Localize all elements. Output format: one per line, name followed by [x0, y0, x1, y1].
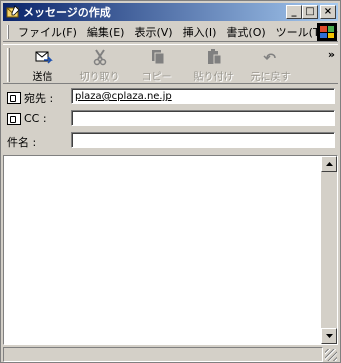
menu-edit[interactable]: 編集(E): [82, 24, 130, 40]
menu-insert[interactable]: 挿入(I): [178, 24, 222, 40]
address-book-icon: [7, 112, 21, 125]
to-input[interactable]: plaza@cplaza.ne.jp: [71, 88, 335, 104]
undo-button[interactable]: 元に戻す: [242, 45, 299, 83]
subject-label-wrap: 件名 :: [7, 134, 36, 150]
to-row: 宛先 : plaza@cplaza.ne.jp: [3, 87, 338, 107]
toolbar-grip[interactable]: [7, 48, 10, 82]
menu-format[interactable]: 書式(O): [221, 24, 270, 40]
undo-label: 元に戻す: [250, 72, 291, 83]
message-body-editor[interactable]: [3, 155, 338, 345]
to-label: 宛先 :: [24, 92, 54, 105]
subject-input[interactable]: [71, 132, 335, 148]
scroll-down-button[interactable]: [321, 328, 337, 344]
send-button[interactable]: 送信: [14, 45, 71, 83]
resize-grip-icon[interactable]: [325, 349, 337, 361]
address-book-icon: [7, 92, 21, 104]
status-panel: [3, 347, 323, 362]
scroll-up-button[interactable]: [321, 156, 337, 172]
copy-button[interactable]: コピー: [128, 45, 185, 83]
close-button[interactable]: ×: [320, 5, 336, 19]
copy-icon: [147, 48, 167, 66]
cc-label-button[interactable]: CC :: [7, 112, 47, 125]
scroll-down-arrow-icon: [325, 334, 333, 338]
status-bar: [3, 347, 338, 362]
scissors-icon: [90, 48, 110, 66]
undo-icon: [261, 48, 281, 66]
subject-row: 件名 :: [3, 131, 338, 151]
minimize-button[interactable]: _: [286, 5, 302, 19]
message-compose-window: メッセージの作成 _ □ × ファイル(F) 編集(E) 表示(V) 挿入(I)…: [0, 0, 341, 363]
vertical-scrollbar[interactable]: [321, 156, 337, 344]
cc-input[interactable]: [71, 110, 335, 126]
send-label: 送信: [32, 72, 53, 83]
cc-label: CC :: [24, 112, 47, 125]
subject-label: 件名 :: [7, 136, 37, 149]
title-bar[interactable]: メッセージの作成 _ □ ×: [3, 3, 338, 21]
paste-button[interactable]: 貼り付け: [185, 45, 242, 83]
cc-row: CC :: [3, 109, 338, 129]
paste-icon: [204, 48, 224, 66]
menu-view[interactable]: 表示(V): [129, 24, 177, 40]
maximize-button[interactable]: □: [302, 5, 318, 19]
send-icon: [33, 48, 53, 66]
window-title: メッセージの作成: [23, 6, 111, 19]
compose-app-icon: [6, 5, 20, 19]
menu-file[interactable]: ファイル(F): [13, 24, 82, 40]
cut-label: 切り取り: [79, 72, 120, 83]
copy-label: コピー: [141, 72, 172, 83]
menubar-grip[interactable]: [7, 24, 9, 39]
cut-button[interactable]: 切り取り: [71, 45, 128, 83]
toolbar: 送信 切り取り コピー 貼り付け 元に戻す »: [3, 44, 338, 84]
message-body-text[interactable]: [7, 159, 319, 341]
paste-label: 貼り付け: [193, 72, 234, 83]
message-header-fields: 宛先 : plaza@cplaza.ne.jp CC : 件名 :: [3, 87, 338, 153]
to-label-button[interactable]: 宛先 :: [7, 90, 53, 106]
scroll-up-arrow-icon: [325, 162, 333, 166]
toolbar-overflow-chevron-icon[interactable]: »: [328, 48, 335, 61]
windows-logo-icon: [317, 23, 337, 41]
menu-bar: ファイル(F) 編集(E) 表示(V) 挿入(I) 書式(O) ツール(T) »: [3, 22, 338, 42]
